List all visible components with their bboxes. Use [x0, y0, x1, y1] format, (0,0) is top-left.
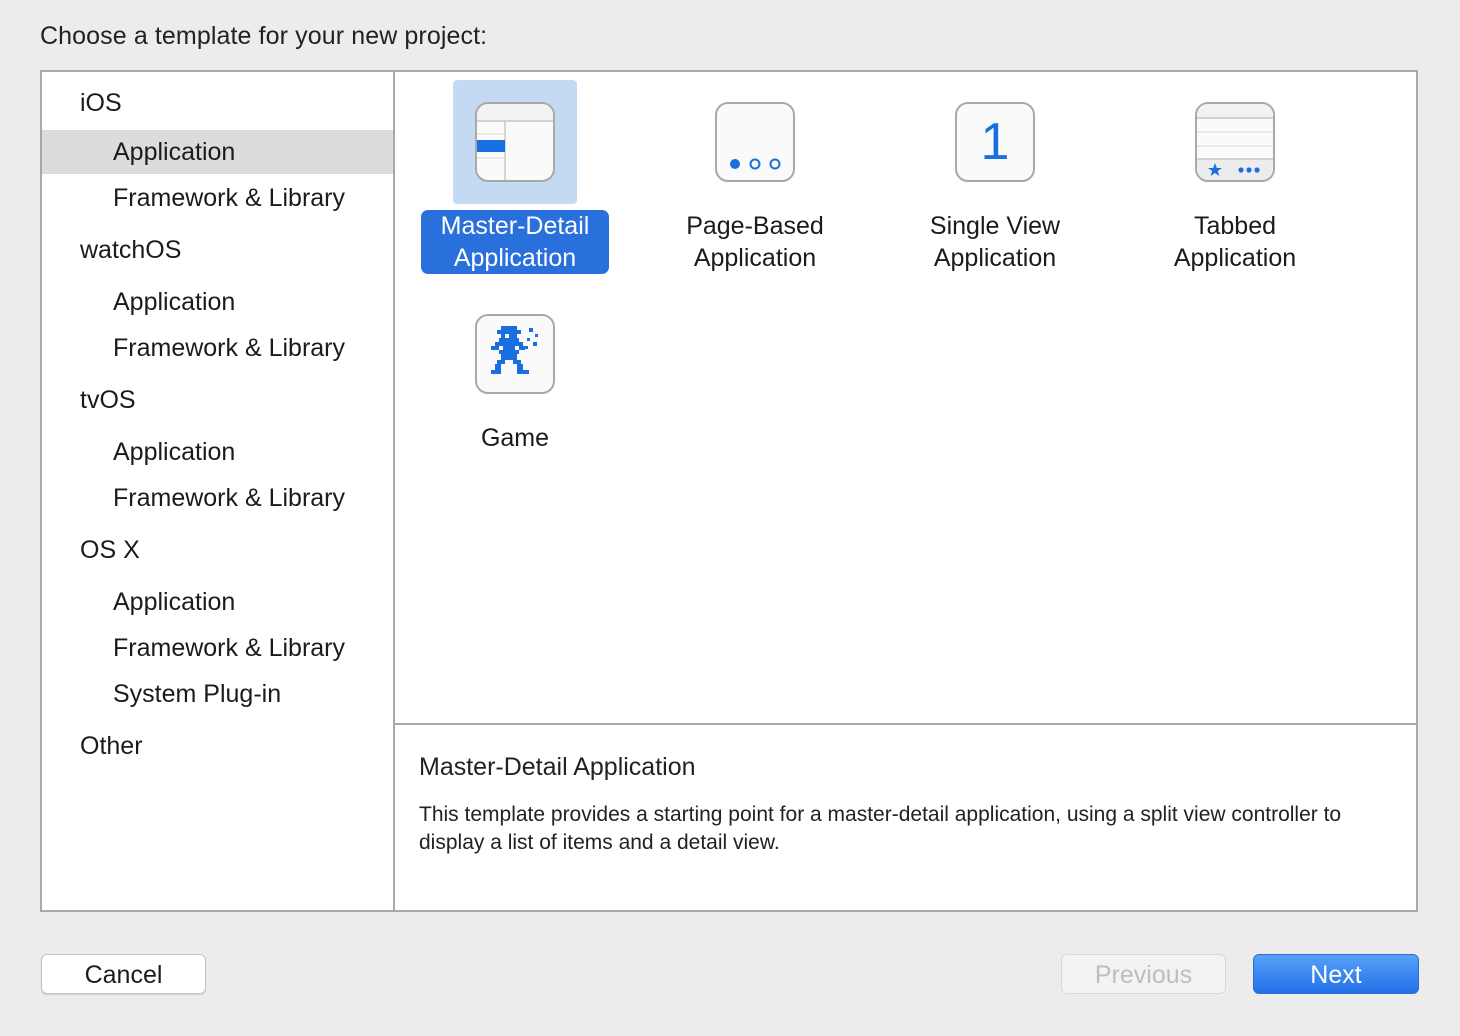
- sidebar-item-osx-application[interactable]: Application: [42, 580, 393, 624]
- platform-sidebar: iOS Application Framework & Library watc…: [42, 72, 395, 910]
- template-description-title: Master-Detail Application: [419, 753, 696, 781]
- game-robot-icon: [475, 314, 555, 394]
- template-label: Page-Based Application: [686, 212, 824, 272]
- sidebar-item-osx-framework-library[interactable]: Framework & Library: [42, 626, 393, 670]
- master-detail-icon: [475, 102, 555, 182]
- template-single-view[interactable]: 1 Single View Application: [875, 80, 1115, 274]
- single-view-icon: 1: [955, 102, 1035, 182]
- page-dots-icon: [715, 102, 795, 182]
- sidebar-platform-tvos[interactable]: tvOS: [42, 378, 393, 422]
- template-description-text: This template provides a starting point …: [419, 803, 1342, 854]
- sidebar-item-tvos-application[interactable]: Application: [42, 430, 393, 474]
- template-chooser: iOS Application Framework & Library watc…: [40, 70, 1418, 912]
- template-label: Single View Application: [929, 212, 1061, 272]
- template-game[interactable]: Game: [395, 292, 635, 454]
- sidebar-item-ios-application[interactable]: Application: [42, 130, 393, 174]
- template-label: Game: [480, 424, 550, 452]
- template-tabbed[interactable]: Tabbed Application: [1115, 80, 1355, 274]
- sidebar-platform-ios[interactable]: iOS: [42, 81, 393, 125]
- sidebar-item-osx-system-plugin[interactable]: System Plug-in: [42, 672, 393, 716]
- sidebar-platform-other[interactable]: Other: [42, 724, 393, 768]
- template-selection-highlight: [453, 80, 577, 204]
- sidebar-item-tvos-framework-library[interactable]: Framework & Library: [42, 476, 393, 520]
- template-page-based[interactable]: Page-Based Application: [635, 80, 875, 274]
- next-button[interactable]: Next: [1253, 954, 1419, 994]
- template-label: Master-Detail Application: [420, 210, 610, 274]
- sidebar-platform-watchos[interactable]: watchOS: [42, 228, 393, 272]
- sidebar-item-watchos-framework-library[interactable]: Framework & Library: [42, 326, 393, 370]
- previous-button[interactable]: Previous: [1061, 954, 1226, 994]
- sidebar-item-ios-framework-library[interactable]: Framework & Library: [42, 176, 393, 220]
- template-grid: Master-Detail Application Page-Based App…: [395, 72, 1416, 725]
- template-master-detail[interactable]: Master-Detail Application: [395, 80, 635, 274]
- template-prompt: Choose a template for your new project:: [40, 22, 488, 50]
- template-label: Tabbed Application: [1173, 212, 1297, 272]
- template-description-panel: Master-Detail Application This template …: [395, 725, 1416, 910]
- sidebar-item-watchos-application[interactable]: Application: [42, 280, 393, 324]
- sidebar-platform-osx[interactable]: OS X: [42, 528, 393, 572]
- single-view-number: 1: [980, 113, 1010, 171]
- tab-bar-icon: [1195, 102, 1275, 182]
- cancel-button[interactable]: Cancel: [41, 954, 206, 994]
